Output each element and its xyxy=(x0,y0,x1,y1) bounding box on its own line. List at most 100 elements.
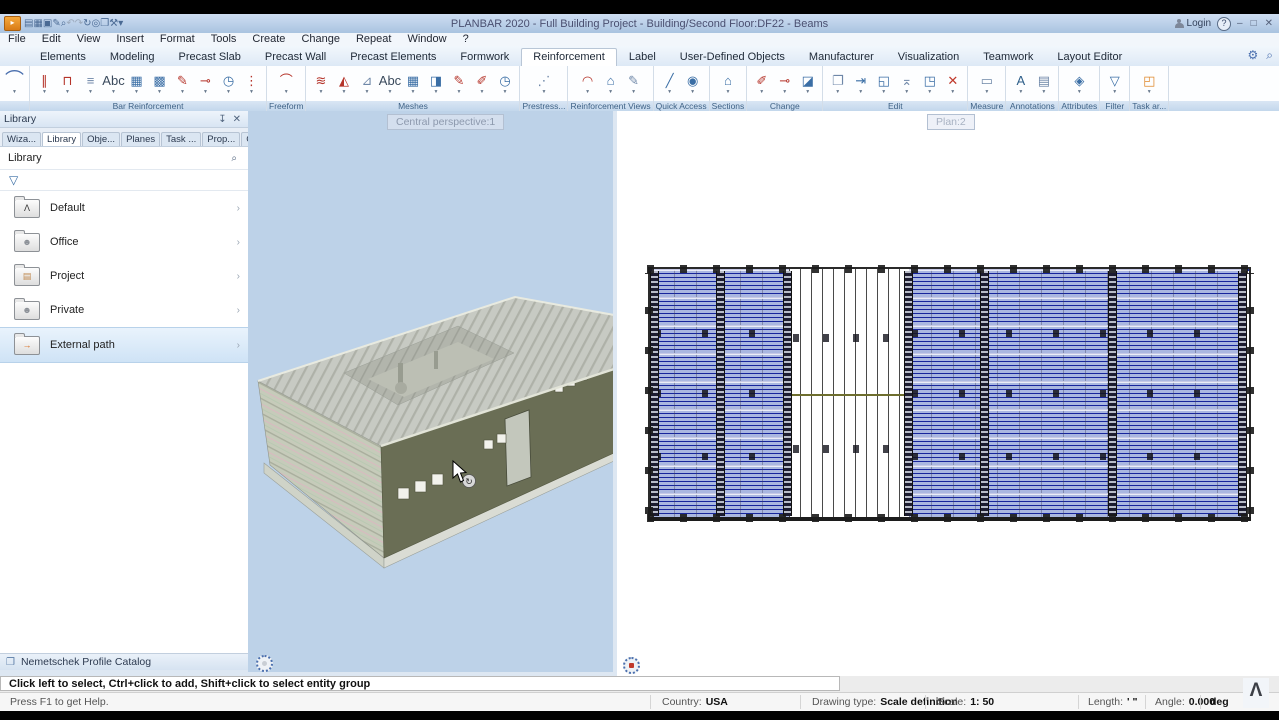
ribbon-tool[interactable]: ⇥▼ xyxy=(850,73,871,95)
ribbon-tab[interactable]: Layout Editor xyxy=(1045,48,1134,66)
ribbon-tool[interactable]: ⌒▼ xyxy=(276,73,297,95)
floor-plan-drawing[interactable] xyxy=(648,267,1251,520)
menu-item[interactable]: ? xyxy=(455,33,477,46)
ribbon-tab[interactable]: Formwork xyxy=(448,48,521,66)
menu-item[interactable]: Insert xyxy=(108,33,152,46)
library-item[interactable]: ▤ Project › xyxy=(0,259,248,293)
ribbon-tab[interactable]: Precast Slab xyxy=(167,48,253,66)
menu-item[interactable]: View xyxy=(69,33,109,46)
quick-access-icon[interactable]: ◎ xyxy=(92,18,101,29)
menu-item[interactable]: File xyxy=(0,33,34,46)
quick-access-icon[interactable]: ↻ xyxy=(83,18,91,29)
ribbon-tool[interactable]: ◠▼ xyxy=(577,73,598,95)
ribbon-tool[interactable]: ✐▼ xyxy=(471,73,492,95)
ribbon-tab[interactable]: Precast Wall xyxy=(253,48,338,66)
ribbon-tab[interactable]: Elements xyxy=(28,48,98,66)
ribbon-tool[interactable]: ◭▼ xyxy=(333,73,354,95)
maximize-button[interactable]: □ xyxy=(1251,18,1259,29)
ribbon-tool[interactable]: ▦▼ xyxy=(402,73,423,95)
ribbon-tab[interactable]: Visualization xyxy=(886,48,972,66)
library-item[interactable]: ☻ Office › xyxy=(0,225,248,259)
quick-access-icon[interactable]: ▦ xyxy=(33,18,42,29)
app-menu-button[interactable]: ▸ xyxy=(4,16,21,31)
scale-field[interactable]: Scale:1: 50 xyxy=(937,696,994,708)
panel-tab[interactable]: Wiza... xyxy=(2,132,41,146)
panel-tab[interactable]: Prop... xyxy=(202,132,240,146)
quick-access-icon[interactable]: ↷ xyxy=(75,18,83,29)
ribbon-tool[interactable]: ⌂▼ xyxy=(717,73,738,95)
ribbon-tool[interactable]: ◷▼ xyxy=(494,73,515,95)
ribbon-tool[interactable]: ◨▼ xyxy=(425,73,446,95)
country-field[interactable]: Country:USA xyxy=(662,696,728,708)
ribbon-tool[interactable]: ◰▼ xyxy=(1139,73,1160,95)
login-button[interactable]: Login xyxy=(1175,18,1211,29)
viewport-plan[interactable]: Plan:2 xyxy=(617,111,1279,676)
ribbon-tool[interactable]: ⊸▼ xyxy=(774,73,795,95)
ribbon-tool[interactable]: A▼ xyxy=(1010,73,1031,95)
menu-item[interactable]: Format xyxy=(152,33,203,46)
ribbon-tool[interactable]: ✎▼ xyxy=(623,73,644,95)
menu-item[interactable]: Window xyxy=(399,33,454,46)
ribbon-tool[interactable]: ✕▼ xyxy=(942,73,963,95)
ribbon-tool[interactable]: ◉▼ xyxy=(682,73,703,95)
ribbon-tool[interactable]: ∥▼ xyxy=(34,73,55,95)
quick-access-icon[interactable]: ▾ xyxy=(118,18,123,29)
ribbon-tab[interactable]: Modeling xyxy=(98,48,167,66)
ribbon-tool[interactable]: ⊿▼ xyxy=(356,73,377,95)
ribbon-tool[interactable]: Abc▼ xyxy=(379,73,400,95)
menu-item[interactable]: Edit xyxy=(34,33,69,46)
building-3d-model[interactable]: ↻ xyxy=(248,111,613,672)
ribbon-tool[interactable]: ▦▼ xyxy=(126,73,147,95)
ribbon-tool[interactable]: ◷▼ xyxy=(218,73,239,95)
ribbon-tool[interactable]: ⋰▼ xyxy=(533,73,554,95)
panel-tab[interactable]: Library xyxy=(42,132,81,146)
ribbon-tool[interactable]: ⊓▼ xyxy=(57,73,78,95)
library-item[interactable]: Λ Default › xyxy=(0,191,248,225)
filter-icon[interactable]: ▽ xyxy=(9,173,18,187)
menu-item[interactable]: Change xyxy=(293,33,348,46)
menu-item[interactable]: Create xyxy=(244,33,293,46)
angle-unit-field[interactable]: deg xyxy=(1210,696,1229,708)
viewport-central-perspective[interactable]: Central perspective:1 xyxy=(248,111,613,672)
library-item[interactable]: ☻ Private › xyxy=(0,293,248,327)
search-icon[interactable]: ⌕ xyxy=(228,153,240,164)
quick-access-icon[interactable]: ❐ xyxy=(100,18,109,29)
panel-tab[interactable]: Planes xyxy=(121,132,160,146)
close-button[interactable]: ✕ xyxy=(1265,18,1275,29)
viewport-label[interactable]: Plan:2 xyxy=(927,114,975,130)
ribbon-tab[interactable]: Reinforcement xyxy=(521,48,617,66)
pin-icon[interactable]: ↧ xyxy=(215,114,229,125)
quick-access-icon[interactable]: ↶ xyxy=(66,18,74,29)
ribbon-corner-icon[interactable]: ⌕ xyxy=(1266,48,1273,63)
ribbon-tool[interactable]: ▤▼ xyxy=(1033,73,1054,95)
ribbon-tool[interactable]: ╱▼ xyxy=(659,73,680,95)
angle-field[interactable]: Angle:0.000 xyxy=(1155,696,1215,708)
ribbon-tool[interactable]: ⌅▼ xyxy=(896,73,917,95)
length-field[interactable]: Length:' " xyxy=(1088,696,1137,708)
ribbon-tool[interactable]: Abc▼ xyxy=(103,73,124,95)
ribbon-tab[interactable]: User-Defined Objects xyxy=(668,48,797,66)
ribbon-tool[interactable]: ❐▼ xyxy=(827,73,848,95)
ribbon-tool[interactable]: ▩▼ xyxy=(149,73,170,95)
ribbon-tab[interactable]: Precast Elements xyxy=(338,48,448,66)
help-icon[interactable]: ? xyxy=(1217,17,1231,31)
ribbon-tab[interactable]: Teamwork xyxy=(971,48,1045,66)
library-item[interactable]: → External path › xyxy=(0,327,248,363)
ribbon-tab[interactable]: Label xyxy=(617,48,668,66)
ribbon-tool[interactable]: ◈▼ xyxy=(1069,73,1090,95)
ribbon-tool[interactable]: ✐▼ xyxy=(751,73,772,95)
ribbon-corner-icon[interactable]: ⚙ xyxy=(1248,48,1259,63)
ribbon-tool[interactable]: ⌒▼ xyxy=(4,73,25,95)
ribbon-tool[interactable]: ◳▼ xyxy=(919,73,940,95)
quick-access-icon[interactable]: ⚒ xyxy=(109,18,118,29)
viewport-nav-gadget[interactable] xyxy=(623,657,640,674)
viewport-nav-gadget[interactable] xyxy=(256,655,273,672)
ribbon-tab[interactable]: Manufacturer xyxy=(797,48,886,66)
minimize-button[interactable]: – xyxy=(1237,18,1245,29)
panel-tab[interactable]: Obje... xyxy=(82,132,120,146)
ribbon-tool[interactable]: ≋▼ xyxy=(310,73,331,95)
ribbon-tool[interactable]: ≡▼ xyxy=(80,73,101,95)
panel-tab[interactable]: Task ... xyxy=(161,132,201,146)
menu-item[interactable]: Repeat xyxy=(348,33,399,46)
ribbon-tool[interactable]: ◪▼ xyxy=(797,73,818,95)
